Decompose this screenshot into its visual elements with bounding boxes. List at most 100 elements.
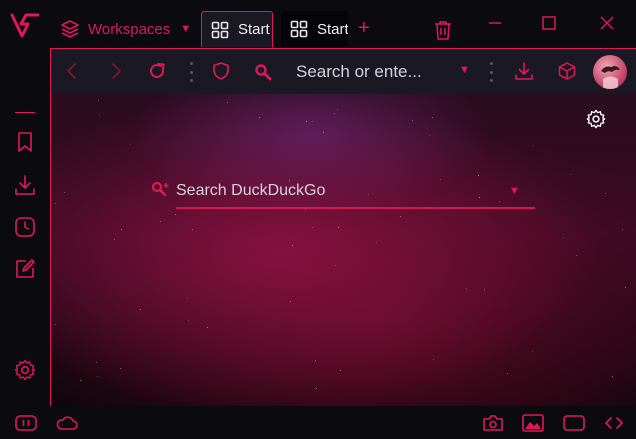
star-dot: [114, 239, 115, 240]
star-dot: [55, 203, 56, 204]
image-icon[interactable]: [522, 414, 544, 432]
toolbar-separator: [489, 62, 493, 82]
settings-icon[interactable]: [14, 359, 36, 381]
profile-picture-icon: [601, 66, 620, 89]
settings-icon[interactable]: [586, 109, 606, 129]
star-dot: [622, 229, 623, 230]
side-panel-divider: [15, 112, 35, 113]
star-dot: [429, 135, 430, 136]
star-dot: [334, 113, 335, 114]
tab-start-active[interactable]: Start: [201, 11, 273, 47]
star-dot: [227, 102, 228, 103]
star-dot: [207, 327, 208, 328]
star-dot: [99, 114, 100, 115]
history-icon[interactable]: [14, 216, 36, 238]
workspaces-label: Workspaces: [88, 20, 171, 38]
star-dot: [400, 216, 401, 217]
star-dot: [312, 121, 313, 122]
chevron-down-icon[interactable]: ▼: [459, 64, 470, 76]
star-dot: [532, 145, 533, 146]
search-underline: [176, 207, 535, 209]
star-dot: [376, 242, 377, 243]
star-dot: [306, 121, 307, 122]
layers-icon: [61, 20, 79, 38]
star-dot: [340, 370, 341, 371]
star-dot: [337, 109, 338, 110]
star-dot: [625, 287, 626, 288]
start-page-search[interactable]: Search DuckDuckGo ▼: [151, 178, 535, 210]
panel-toggle-icon[interactable]: [15, 415, 37, 431]
star-dot: [259, 117, 260, 118]
star-dot: [570, 174, 571, 175]
star-dot: [187, 298, 188, 299]
star-dot: [98, 100, 99, 101]
tab-label: Start: [317, 20, 348, 38]
star-dot: [432, 117, 433, 118]
star-dot: [64, 192, 65, 193]
capture-icon[interactable]: [482, 414, 504, 432]
workspaces-button[interactable]: Workspaces ▼: [60, 14, 191, 44]
star-dot: [188, 320, 189, 321]
star-dot: [563, 237, 564, 238]
star-dot: [478, 175, 479, 176]
forward-icon[interactable]: [107, 61, 125, 81]
star-dot: [55, 324, 56, 325]
star-dot: [466, 288, 467, 289]
star-dot: [532, 351, 533, 352]
chevron-down-icon[interactable]: ▼: [509, 185, 520, 197]
search-engine-icon[interactable]: [151, 181, 171, 199]
downloads-icon[interactable]: [14, 174, 36, 196]
start-page: Search DuckDuckGo ▼: [51, 94, 636, 406]
grid-icon: [211, 21, 229, 38]
star-dot: [97, 376, 98, 377]
search-icon: [255, 64, 272, 81]
star-dot: [335, 265, 336, 266]
new-tab-button[interactable]: +: [358, 18, 370, 38]
address-bar: Search or ente... ▼: [51, 49, 636, 94]
star-dot: [338, 227, 339, 228]
star-dot: [412, 120, 413, 121]
star-dot: [120, 368, 121, 369]
star-dot: [605, 193, 606, 194]
trash-icon[interactable]: [434, 20, 452, 40]
code-icon[interactable]: [604, 416, 624, 430]
star-dot: [433, 359, 434, 360]
star-dot: [316, 388, 317, 389]
web-content-frame: Search or ente... ▼ Search DuckDuckGo ▼: [50, 48, 636, 406]
back-icon[interactable]: [63, 61, 81, 81]
star-dot: [576, 255, 577, 256]
avatar[interactable]: [593, 55, 627, 89]
cube-icon[interactable]: [557, 61, 577, 81]
star-dot: [323, 132, 324, 133]
title-bar: Workspaces ▼ Start Start +: [0, 0, 636, 50]
star-dot: [292, 245, 293, 246]
vivaldi-logo-icon[interactable]: [10, 12, 40, 40]
star-dot: [140, 309, 141, 310]
star-dot: [130, 144, 131, 145]
star-dot: [192, 229, 193, 230]
bookmarks-icon[interactable]: [17, 132, 33, 152]
address-field[interactable]: Search or ente...: [296, 62, 422, 82]
status-bar: [0, 406, 636, 439]
reload-icon[interactable]: [147, 61, 167, 81]
toolbar-separator: [189, 62, 193, 82]
tab-start[interactable]: Start: [281, 11, 348, 47]
sync-cloud-icon[interactable]: [56, 416, 78, 430]
notes-icon[interactable]: [14, 258, 36, 280]
star-dot: [484, 289, 485, 290]
search-input[interactable]: Search DuckDuckGo: [176, 182, 325, 200]
star-dot: [612, 376, 613, 377]
minimize-icon[interactable]: [488, 16, 502, 30]
window-icon[interactable]: [563, 414, 585, 432]
star-dot: [96, 362, 97, 363]
tab-label: Start: [238, 21, 270, 38]
maximize-icon[interactable]: [542, 16, 556, 30]
star-dot: [312, 227, 313, 228]
side-panel: [0, 50, 50, 406]
browser-window: Workspaces ▼ Start Start + Search or ent…: [0, 0, 636, 439]
star-dot: [315, 360, 316, 361]
close-icon[interactable]: [600, 16, 614, 30]
shield-icon[interactable]: [213, 62, 229, 80]
download-icon[interactable]: [514, 61, 534, 81]
star-dot: [290, 301, 291, 302]
